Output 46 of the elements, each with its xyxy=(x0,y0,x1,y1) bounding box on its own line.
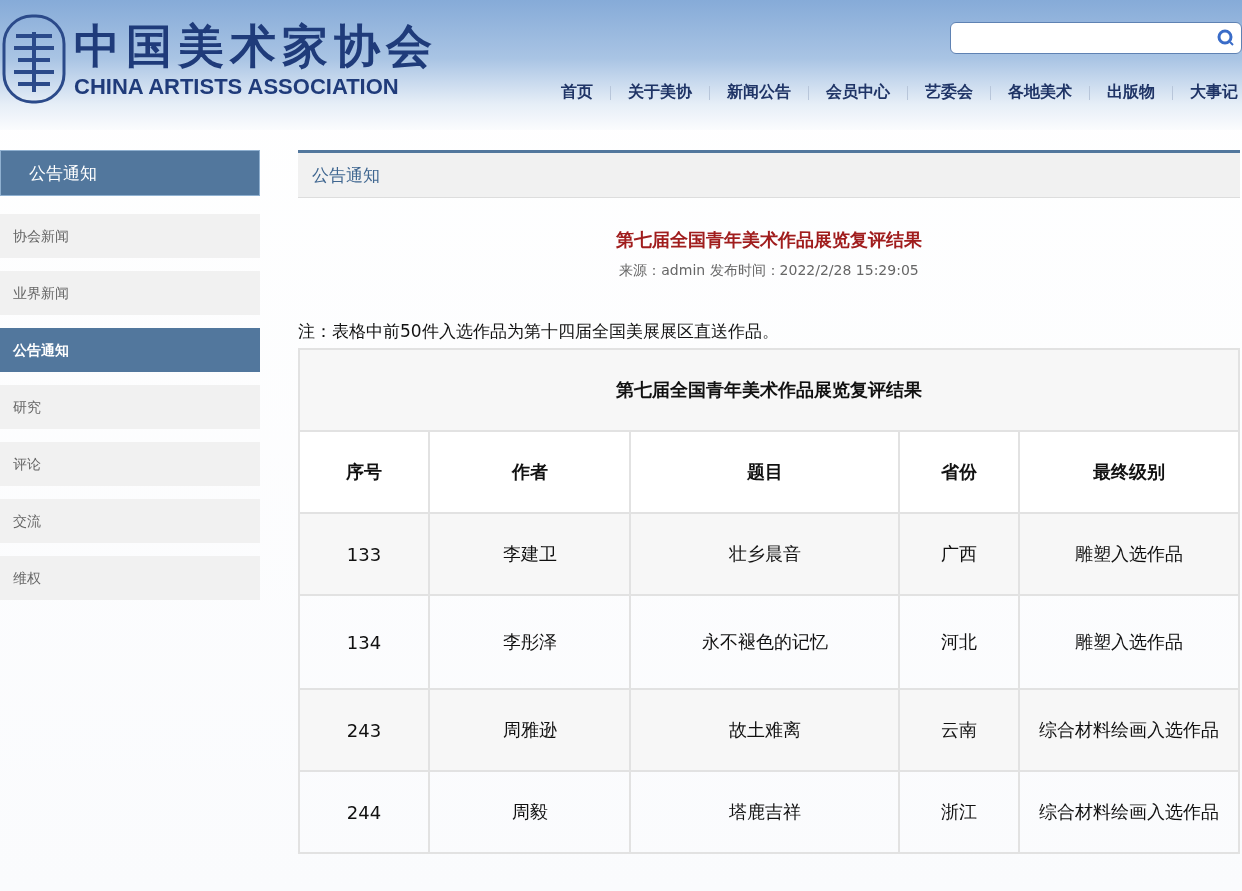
table-cell: 综合材料绘画入选作品 xyxy=(1019,771,1239,853)
table-cell: 综合材料绘画入选作品 xyxy=(1019,689,1239,771)
article-title: 第七届全国青年美术作品展览复评结果 xyxy=(615,228,923,252)
column-header: 最终级别 xyxy=(1019,431,1239,513)
sidebar-item[interactable]: 协会新闻 xyxy=(0,214,260,258)
sidebar-item[interactable]: 研究 xyxy=(0,385,260,429)
sidebar-item[interactable]: 维权 xyxy=(0,556,260,600)
column-header: 省份 xyxy=(899,431,1019,513)
logo-subtitle: CHINA ARTISTS ASSOCIATION xyxy=(74,74,400,100)
logo-title: 中国美术家协会 xyxy=(74,18,438,74)
table-caption: 第七届全国青年美术作品展览复评结果 xyxy=(299,349,1239,431)
table-cell: 雕塑入选作品 xyxy=(1019,513,1239,595)
note-text: 注：表格中前50件入选作品为第十四届全国美展展区直送作品。 xyxy=(298,320,780,343)
table-cell: 壮乡晨音 xyxy=(630,513,899,595)
table-cell: 李建卫 xyxy=(429,513,630,595)
column-header: 序号 xyxy=(299,431,429,513)
table-cell: 云南 xyxy=(899,689,1019,771)
table-cell: 244 xyxy=(299,771,429,853)
table-cell: 广西 xyxy=(899,513,1019,595)
sidebar-title: 公告通知 xyxy=(0,150,260,196)
search-field[interactable] xyxy=(950,22,1242,54)
table-cell: 周毅 xyxy=(429,771,630,853)
sidebar-item[interactable]: 业界新闻 xyxy=(0,271,260,315)
sidebar-item[interactable]: 交流 xyxy=(0,499,260,543)
column-header: 作者 xyxy=(429,431,630,513)
sidebar-item[interactable]: 评论 xyxy=(0,442,260,486)
nav-link[interactable]: 首页 xyxy=(561,82,593,103)
nav-link[interactable]: 各地美术 xyxy=(1008,82,1072,103)
logo-emblem-icon xyxy=(2,14,66,104)
table-cell: 浙江 xyxy=(899,771,1019,853)
table-cell: 塔鹿吉祥 xyxy=(630,771,899,853)
nav-link[interactable]: 会员中心 xyxy=(826,82,890,103)
nav-link[interactable]: 关于美协 xyxy=(628,82,692,103)
nav-link[interactable]: 出版物 xyxy=(1107,82,1155,103)
article-meta: 来源：admin 发布时间：2022/2/28 15:29:05 xyxy=(618,262,920,280)
table-cell: 133 xyxy=(299,513,429,595)
nav-link[interactable]: 新闻公告 xyxy=(727,82,791,103)
section-title: 公告通知 xyxy=(298,150,1240,198)
sidebar-item[interactable]: 公告通知 xyxy=(0,328,260,372)
column-header: 题目 xyxy=(630,431,899,513)
nav-link[interactable]: 艺委会 xyxy=(925,82,973,103)
table-cell: 周雅逊 xyxy=(429,689,630,771)
search-icon[interactable] xyxy=(1217,29,1235,47)
nav-link[interactable]: 大事记 xyxy=(1190,82,1238,103)
table-cell: 243 xyxy=(299,689,429,771)
table-cell: 故土难离 xyxy=(630,689,899,771)
